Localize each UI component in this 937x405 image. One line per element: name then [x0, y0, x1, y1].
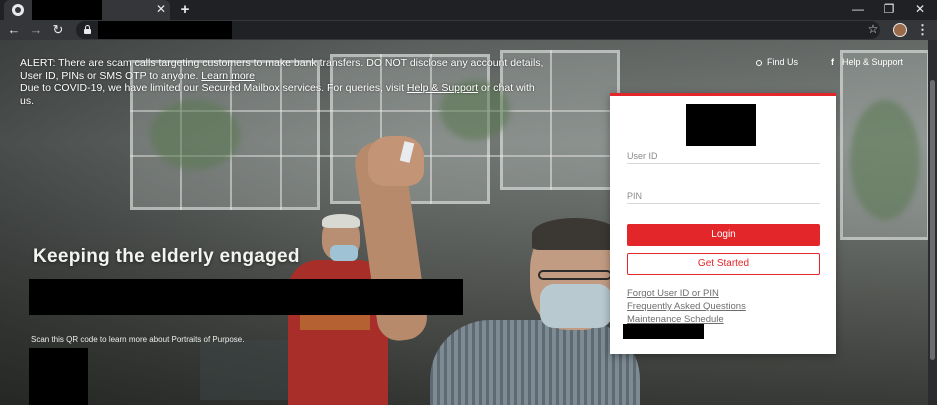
location-icon — [756, 59, 762, 66]
globe-icon — [12, 4, 24, 16]
help-icon: f — [831, 57, 834, 67]
login-button[interactable]: Login — [627, 224, 820, 246]
back-arrow-icon[interactable]: ← — [6, 22, 22, 38]
browser-toolbar: ← → ↻ ☆ ⋮ — [0, 20, 937, 40]
qr-code-redacted — [29, 348, 88, 405]
plus-icon[interactable]: + — [176, 1, 194, 19]
reload-icon[interactable]: ↻ — [50, 22, 66, 38]
user-id-field — [627, 146, 820, 164]
help-support-link[interactable]: f Help & Support — [831, 57, 903, 67]
lock-icon — [84, 25, 91, 34]
browser-tab[interactable]: ✕ — [4, 0, 170, 20]
alert-banner: ALERT: There are scam calls targeting cu… — [20, 57, 550, 107]
hero-headline: Keeping the elderly engaged — [33, 246, 300, 267]
pin-field — [627, 186, 820, 204]
help-support-label: Help & Support — [842, 57, 904, 67]
qr-caption: Scan this QR code to learn more about Po… — [31, 335, 245, 344]
covid-notice-text: Due to COVID-19, we have limited our Sec… — [20, 82, 404, 94]
forward-arrow-icon[interactable]: → — [28, 22, 44, 38]
forgot-credentials-link[interactable]: Forgot User ID or PIN — [627, 288, 719, 299]
url-redacted — [98, 21, 232, 39]
tab-title-redacted — [32, 0, 102, 20]
bank-logo-redacted — [686, 104, 756, 146]
learn-more-link[interactable]: Learn more — [201, 70, 255, 82]
more-vert-icon[interactable]: ⋮ — [916, 22, 929, 38]
faq-link[interactable]: Frequently Asked Questions — [627, 301, 746, 312]
get-started-button[interactable]: Get Started — [627, 253, 820, 275]
hero-subtitle-redacted — [29, 279, 463, 315]
address-bar[interactable] — [76, 21, 880, 39]
card-footer-redacted — [623, 324, 704, 339]
page-scrollbar[interactable] — [928, 40, 937, 405]
minimize-icon[interactable]: — — [841, 0, 875, 18]
restore-icon[interactable]: ❐ — [872, 0, 906, 18]
profile-avatar[interactable] — [893, 23, 907, 37]
utility-links: Find Us f Help & Support — [756, 57, 916, 71]
close-window-icon[interactable]: ✕ — [903, 0, 937, 18]
tab-strip: ✕ + — ❐ ✕ — [0, 0, 937, 20]
find-us-label: Find Us — [767, 57, 799, 67]
close-icon[interactable]: ✕ — [154, 2, 168, 16]
find-us-link[interactable]: Find Us — [756, 57, 798, 67]
login-card: Login Get Started Forgot User ID or PIN … — [610, 93, 836, 354]
scroll-thumb[interactable] — [930, 80, 935, 360]
pin-input[interactable] — [627, 188, 820, 204]
alert-text: ALERT: There are scam calls targeting cu… — [20, 57, 544, 82]
star-icon[interactable]: ☆ — [866, 21, 880, 37]
help-support-inline-link[interactable]: Help & Support — [407, 82, 478, 94]
user-id-input[interactable] — [627, 148, 820, 164]
